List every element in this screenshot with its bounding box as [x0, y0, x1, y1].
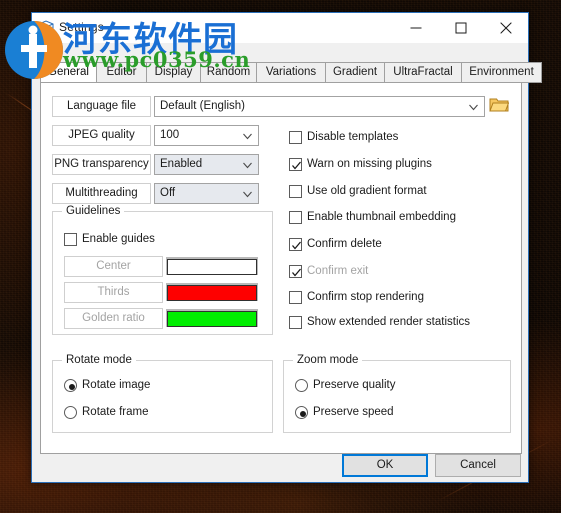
tab-label: Variations	[265, 66, 317, 78]
radio-circle	[64, 406, 77, 419]
checkbox-box	[289, 185, 302, 198]
checkbox-box	[289, 316, 302, 329]
browse-language-file-button[interactable]	[489, 96, 511, 117]
checkbox-box	[64, 233, 77, 246]
field-value: Off	[160, 187, 176, 199]
check-icon	[292, 241, 301, 250]
guideline-label-golden-ratio: Golden ratio	[64, 308, 163, 329]
field-input-jpeg-quality[interactable]: 100	[154, 125, 259, 146]
tab-label: Random	[206, 66, 251, 78]
checkbox-label: Show extended render statistics	[307, 316, 471, 328]
chevron-down-icon	[243, 191, 252, 198]
tab-page-general: Language file Default (English) JPEG quali…	[40, 82, 522, 454]
guidelines-group: Guidelines Enable guides Center Thirds Gol…	[52, 205, 273, 335]
field-label-png-transparency: PNG transparency	[52, 154, 151, 175]
tab-label: General	[48, 66, 89, 78]
radio-circle	[64, 379, 77, 392]
radio-label: Preserve speed	[313, 406, 394, 418]
tab-label: Editor	[106, 66, 137, 78]
chevron-down-icon	[243, 162, 252, 169]
guideline-label-center: Center	[64, 256, 163, 277]
minimize-icon	[410, 27, 421, 28]
title-bar: Settings	[32, 13, 528, 43]
rotate-mode-group: Rotate mode Rotate image Rotate frame	[52, 354, 273, 433]
checkbox-box	[289, 211, 302, 224]
tab-environment[interactable]: Environment	[461, 62, 542, 83]
checkbox-box	[289, 291, 302, 304]
guideline-label-thirds: Thirds	[64, 282, 163, 303]
radio-dot	[299, 410, 306, 417]
tab-variations[interactable]: Variations	[256, 62, 326, 83]
folder-icon	[489, 98, 510, 112]
chevron-down-icon	[469, 104, 478, 111]
guideline-color-swatch-thirds[interactable]	[167, 285, 257, 301]
check-icon	[292, 268, 301, 277]
radio-dot	[68, 383, 75, 390]
field-label-jpeg-quality: JPEG quality	[52, 125, 151, 146]
close-button[interactable]	[483, 13, 528, 42]
tab-ultrafractal[interactable]: UltraFractal	[384, 62, 462, 83]
zoom-mode-group-title: Zoom mode	[293, 354, 363, 366]
app-icon	[38, 20, 54, 36]
field-value: 100	[160, 129, 180, 141]
tab-random[interactable]: Random	[200, 62, 257, 83]
maximize-button[interactable]	[438, 13, 483, 42]
tab-strip: General Editor Display Random Variations Grad…	[40, 62, 542, 83]
rotate-mode-group-title: Rotate mode	[62, 354, 136, 366]
tab-label: UltraFractal	[393, 66, 453, 78]
guidelines-group-title: Guidelines	[62, 205, 125, 217]
check-icon	[292, 161, 301, 170]
checkbox-box	[289, 131, 302, 144]
checkbox-label: Enable thumbnail embedding	[307, 211, 456, 223]
radio-label: Preserve quality	[313, 379, 396, 391]
field-label-language-file: Language file	[52, 96, 151, 117]
field-input-language-file[interactable]: Default (English)	[154, 96, 485, 117]
checkbox-label: Confirm exit	[307, 265, 369, 277]
checkbox-box	[289, 265, 302, 278]
radio-circle	[295, 379, 308, 392]
minimize-button[interactable]	[393, 13, 438, 42]
checkbox-box	[289, 158, 302, 171]
checkbox-label: Warn on missing plugins	[307, 158, 432, 170]
field-value: Default (English)	[160, 100, 246, 112]
checkbox-label: Enable guides	[82, 233, 155, 245]
maximize-icon	[455, 22, 466, 33]
field-input-png-transparency[interactable]: Enabled	[154, 154, 259, 175]
radio-label: Rotate image	[82, 379, 151, 391]
settings-dialog: Settings General Editor Display Random Varia…	[31, 12, 542, 483]
tab-editor[interactable]: Editor	[96, 62, 147, 83]
window-title: Settings	[59, 20, 104, 34]
cancel-button[interactable]: Cancel	[435, 454, 521, 477]
field-label-multithreading: Multithreading	[52, 183, 151, 204]
guideline-color-swatch-center[interactable]	[167, 259, 257, 275]
checkbox-label: Confirm delete	[307, 238, 382, 250]
radio-label: Rotate frame	[82, 406, 149, 418]
checkbox-label: Disable templates	[307, 131, 399, 143]
field-input-multithreading[interactable]: Off	[154, 183, 259, 204]
field-value: Enabled	[160, 158, 203, 170]
tab-label: Gradient	[332, 66, 378, 78]
tab-label: Display	[154, 66, 193, 78]
guideline-color-swatch-golden-ratio[interactable]	[167, 311, 257, 327]
checkbox-label: Use old gradient format	[307, 185, 427, 197]
zoom-mode-group: Zoom mode Preserve quality Preserve speed	[283, 354, 511, 433]
tab-label: Environment	[469, 66, 534, 78]
ok-button[interactable]: OK	[342, 454, 428, 477]
chevron-down-icon	[243, 133, 252, 140]
radio-circle	[295, 406, 308, 419]
checkbox-label: Confirm stop rendering	[307, 291, 424, 303]
tab-display[interactable]: Display	[146, 62, 201, 83]
tab-general[interactable]: General	[40, 62, 97, 83]
checkbox-box	[289, 238, 302, 251]
close-icon	[500, 22, 511, 33]
tab-gradient[interactable]: Gradient	[325, 62, 385, 83]
